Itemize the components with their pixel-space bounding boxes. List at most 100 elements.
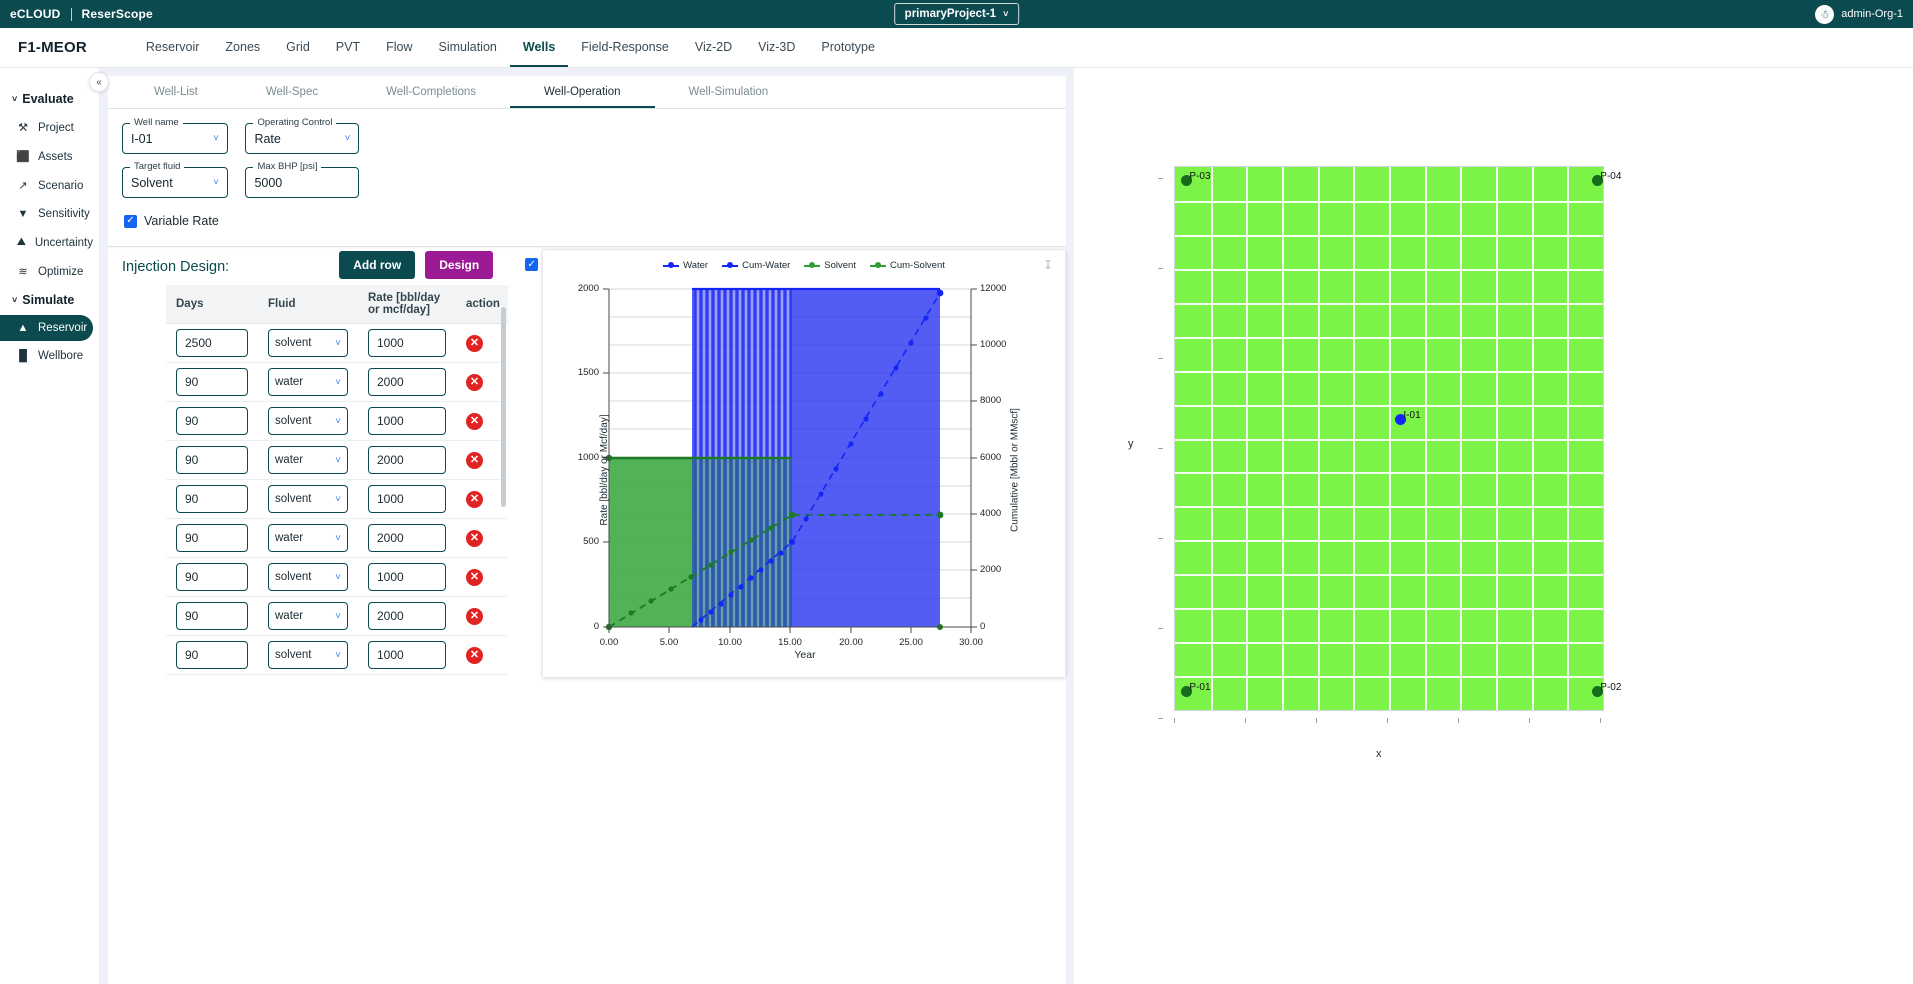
- design-button[interactable]: Design: [425, 251, 494, 279]
- nav-item-viz-2d[interactable]: Viz-2D: [682, 28, 745, 67]
- operating-control-field[interactable]: Operating Control Rate ˅: [245, 117, 360, 154]
- rate-input[interactable]: 2000: [368, 446, 446, 474]
- rate-input[interactable]: 1000: [368, 329, 446, 357]
- delete-row-button[interactable]: ✕: [466, 334, 483, 352]
- delete-row-button[interactable]: ✕: [466, 646, 483, 664]
- max-bhp-input[interactable]: 5000: [254, 176, 350, 190]
- max-bhp-field[interactable]: Max BHP [psi] 5000: [245, 161, 360, 198]
- fluid-select[interactable]: solvent ˅: [268, 329, 348, 357]
- rate-input[interactable]: 1000: [368, 485, 446, 513]
- days-input[interactable]: 90: [176, 602, 248, 630]
- checkbox[interactable]: ✓: [525, 258, 539, 271]
- sidebar-item-scenario[interactable]: ↗ Scenario: [0, 172, 93, 199]
- rate-input[interactable]: 1000: [368, 641, 446, 669]
- add-row-button[interactable]: Add row: [339, 251, 416, 279]
- chevron-down-icon: ˅: [1003, 9, 1009, 19]
- download-icon[interactable]: ↧: [1043, 258, 1053, 272]
- delete-row-button[interactable]: ✕: [466, 529, 483, 547]
- fluid-select[interactable]: solvent ˅: [268, 485, 348, 513]
- sidebar-group-label: Simulate: [22, 293, 75, 307]
- days-input[interactable]: 90: [176, 446, 248, 474]
- grid-line: [1175, 438, 1603, 441]
- map-grid: [1175, 167, 1603, 710]
- delete-row-button[interactable]: ✕: [466, 568, 483, 586]
- days-input[interactable]: 90: [176, 485, 248, 513]
- days-input[interactable]: 90: [176, 641, 248, 669]
- cell-rate: 1000: [358, 557, 456, 597]
- well-name-field[interactable]: Well name I-01 ˅: [122, 117, 228, 154]
- rate-input[interactable]: 1000: [368, 407, 446, 435]
- legend-label: Water: [683, 260, 709, 271]
- fluid-select[interactable]: water ˅: [268, 524, 348, 552]
- sidebar-item-optimize[interactable]: ≋ Optimize: [0, 258, 93, 285]
- variable-rate-checkbox[interactable]: ✓: [124, 214, 137, 228]
- delete-row-button[interactable]: ✕: [466, 412, 483, 430]
- well-label: P-04: [1600, 171, 1622, 183]
- rate-input[interactable]: 1000: [368, 563, 446, 591]
- nav-item-prototype[interactable]: Prototype: [808, 28, 888, 67]
- fluid-select[interactable]: solvent ˅: [268, 563, 348, 591]
- user-menu[interactable]: ☃ admin-Org-1: [1815, 4, 1903, 24]
- nav-item-wells[interactable]: Wells: [509, 28, 569, 67]
- rate-input[interactable]: 2000: [368, 602, 446, 630]
- nav-item-field-response[interactable]: Field-Response: [568, 28, 682, 67]
- legend-item-cum-solvent[interactable]: Cum-Solvent: [869, 260, 945, 271]
- project-selector[interactable]: primaryProject-1 ˅: [893, 3, 1020, 25]
- y2-tick-label: 10000: [980, 339, 1007, 350]
- sidebar-item-sensitivity[interactable]: ▼ Sensitivity: [0, 201, 93, 227]
- sidebar-item-wellbore[interactable]: █ Wellbore: [0, 343, 93, 369]
- cell-fluid: water ˅: [258, 596, 358, 636]
- delete-row-button[interactable]: ✕: [466, 607, 483, 625]
- days-input[interactable]: 2500: [176, 329, 248, 357]
- nav-item-viz-3d[interactable]: Viz-3D: [745, 28, 808, 67]
- delete-row-button[interactable]: ✕: [466, 373, 483, 391]
- tab-well-spec[interactable]: Well-Spec: [232, 76, 352, 108]
- tab-well-completions[interactable]: Well-Completions: [352, 76, 510, 108]
- days-input[interactable]: 90: [176, 563, 248, 591]
- fluid-select[interactable]: water ˅: [268, 602, 348, 630]
- sidebar-item-project[interactable]: ⚒ Project: [0, 114, 93, 141]
- sidebar-item-reservoir[interactable]: ▲ Reservoir: [0, 315, 93, 341]
- map-x-tick: [1174, 718, 1175, 723]
- cell-action: ✕: [456, 518, 508, 558]
- fluid-select[interactable]: water ˅: [268, 446, 348, 474]
- legend-label: Cum-Water: [742, 260, 791, 271]
- rate-input[interactable]: 2000: [368, 524, 446, 552]
- sidebar-item-uncertainty[interactable]: ⛰ Uncertainty: [0, 229, 93, 256]
- well-map[interactable]: P-03 P-04 I-01 P-01 P-02: [1174, 166, 1621, 711]
- fluid-select[interactable]: solvent ˅: [268, 407, 348, 435]
- cell-rate: 2000: [358, 362, 456, 402]
- days-input[interactable]: 90: [176, 368, 248, 396]
- nav-item-grid[interactable]: Grid: [273, 28, 323, 67]
- tab-well-simulation[interactable]: Well-Simulation: [655, 76, 803, 108]
- variable-rate-row[interactable]: ✓ Variable Rate: [122, 210, 1066, 238]
- column-header-rate: Rate [bbl/day or mcf/day]: [358, 285, 456, 324]
- nav-item-zones[interactable]: Zones: [212, 28, 273, 67]
- tab-well-operation[interactable]: Well-Operation: [510, 76, 655, 108]
- sidebar-group-evaluate[interactable]: ˅ Evaluate: [0, 86, 99, 112]
- fluid-select[interactable]: water ˅: [268, 368, 348, 396]
- fluid-select[interactable]: solvent ˅: [268, 641, 348, 669]
- target-fluid-field[interactable]: Target fluid Solvent ˅: [122, 161, 228, 198]
- sidebar-collapse-button[interactable]: «: [89, 72, 109, 92]
- legend-item-water[interactable]: Water: [663, 260, 708, 271]
- cell-days: 90: [166, 557, 258, 597]
- y2-tick-label: 12000: [980, 283, 1007, 294]
- nav-item-simulation[interactable]: Simulation: [426, 28, 510, 67]
- sidebar: « ˅ Evaluate ⚒ Project ⬛ Assets ↗ Scenario ▼ Sens…: [0, 68, 109, 984]
- nav-item-flow[interactable]: Flow: [373, 28, 425, 67]
- fluid-value: water: [275, 532, 304, 544]
- days-input[interactable]: 90: [176, 524, 248, 552]
- nav-item-pvt[interactable]: PVT: [323, 28, 373, 67]
- table-scrollbar[interactable]: [501, 307, 506, 507]
- delete-row-button[interactable]: ✕: [466, 490, 483, 508]
- days-input[interactable]: 90: [176, 407, 248, 435]
- rate-input[interactable]: 2000: [368, 368, 446, 396]
- tab-well-list[interactable]: Well-List: [120, 76, 232, 108]
- legend-item-cum-water[interactable]: Cum-Water: [722, 260, 790, 271]
- delete-row-button[interactable]: ✕: [466, 451, 483, 469]
- nav-item-reservoir[interactable]: Reservoir: [133, 28, 213, 67]
- sidebar-item-assets[interactable]: ⬛ Assets: [0, 143, 93, 170]
- legend-item-solvent[interactable]: Solvent: [804, 260, 856, 271]
- sidebar-group-simulate[interactable]: ˅ Simulate: [0, 287, 99, 313]
